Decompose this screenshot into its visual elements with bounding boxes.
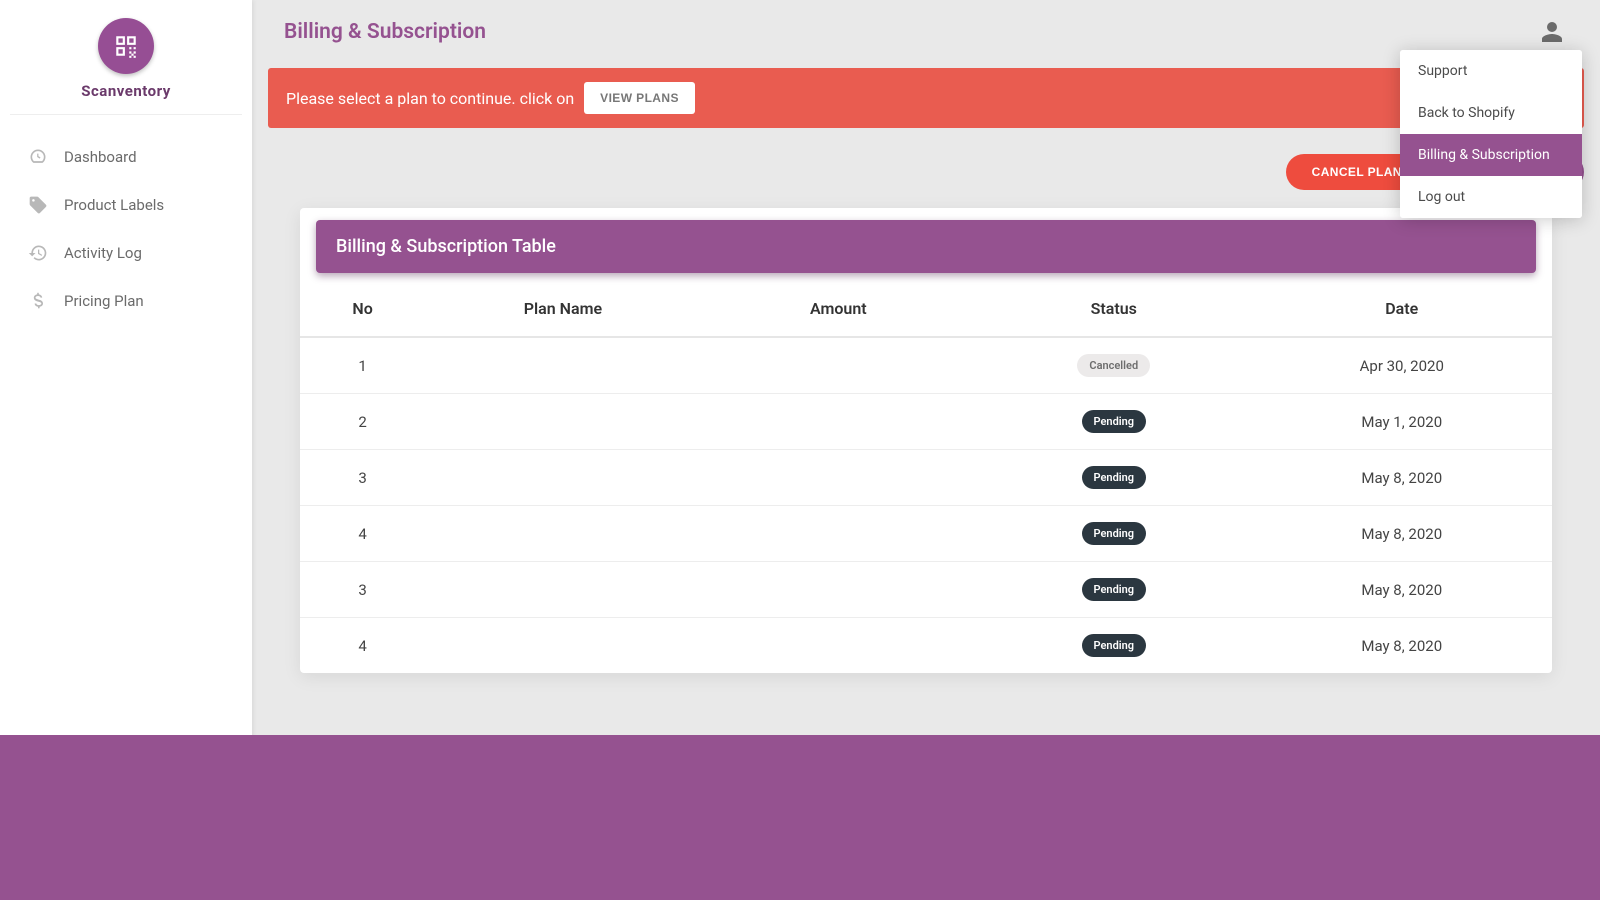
cell-date: May 8, 2020 [1252, 562, 1553, 618]
billing-card: Billing & Subscription Table No Plan Nam… [300, 208, 1552, 673]
actions-row: CANCEL PLAN ? VIEW PLANS [268, 150, 1584, 208]
status-badge: Pending [1082, 522, 1147, 545]
history-icon [28, 243, 48, 263]
cell-no: 4 [300, 618, 425, 674]
sidebar-item-product-labels[interactable]: Product Labels [0, 181, 252, 229]
cell-plan [425, 562, 700, 618]
cell-plan [425, 506, 700, 562]
th-amount: Amount [701, 273, 976, 337]
sidebar-item-activity-log[interactable]: Activity Log [0, 229, 252, 277]
cell-amount [701, 450, 976, 506]
sidebar-nav: Dashboard Product Labels Activity Log Pr… [0, 115, 252, 343]
cell-date: May 1, 2020 [1252, 394, 1553, 450]
cell-amount [701, 506, 976, 562]
cell-date: May 8, 2020 [1252, 618, 1553, 674]
sidebar-item-label: Dashboard [64, 148, 137, 166]
select-plan-alert: Please select a plan to continue. click … [268, 68, 1584, 128]
brand-name: Scanventory [81, 82, 171, 100]
dropdown-item[interactable]: Log out [1400, 176, 1582, 218]
dashboard-icon [28, 147, 48, 167]
cell-amount [701, 394, 976, 450]
cell-amount [701, 337, 976, 394]
cell-plan [425, 450, 700, 506]
status-badge: Pending [1082, 634, 1147, 657]
tags-icon [28, 195, 48, 215]
sidebar-item-label: Product Labels [64, 196, 164, 214]
billing-table: No Plan Name Amount Status Date 1 Cancell… [300, 273, 1552, 673]
cell-amount [701, 618, 976, 674]
cell-plan [425, 394, 700, 450]
th-plan: Plan Name [425, 273, 700, 337]
cell-status: Pending [976, 450, 1251, 506]
cell-status: Pending [976, 618, 1251, 674]
topbar: Billing & Subscription [252, 0, 1600, 50]
cell-no: 4 [300, 506, 425, 562]
table-row: 3 Pending May 8, 2020 [300, 450, 1552, 506]
brand-logo-icon [98, 18, 154, 74]
page-title: Billing & Subscription [284, 20, 486, 44]
status-badge: Pending [1082, 578, 1147, 601]
cell-plan [425, 337, 700, 394]
cell-status: Pending [976, 506, 1251, 562]
dropdown-item[interactable]: Back to Shopify [1400, 92, 1582, 134]
th-no: No [300, 273, 425, 337]
status-badge: Cancelled [1077, 354, 1150, 377]
user-menu-icon[interactable] [1540, 20, 1564, 44]
status-badge: Pending [1082, 410, 1147, 433]
cell-no: 2 [300, 394, 425, 450]
table-row: 1 Cancelled Apr 30, 2020 [300, 337, 1552, 394]
cell-status: Pending [976, 562, 1251, 618]
cell-plan [425, 618, 700, 674]
dollar-icon [28, 291, 48, 311]
th-date: Date [1252, 273, 1553, 337]
alert-view-plans-button[interactable]: VIEW PLANS [584, 82, 695, 114]
status-badge: Pending [1082, 466, 1147, 489]
table-row: 3 Pending May 8, 2020 [300, 562, 1552, 618]
sidebar-item-dashboard[interactable]: Dashboard [0, 133, 252, 181]
table-row: 4 Pending May 8, 2020 [300, 506, 1552, 562]
cell-no: 3 [300, 562, 425, 618]
cell-status: Pending [976, 394, 1251, 450]
cell-status: Cancelled [976, 337, 1251, 394]
cell-amount [701, 562, 976, 618]
card-title: Billing & Subscription Table [316, 220, 1536, 273]
dropdown-item[interactable]: Billing & Subscription [1400, 134, 1582, 176]
sidebar-item-label: Activity Log [64, 244, 142, 262]
cell-no: 3 [300, 450, 425, 506]
cell-no: 1 [300, 337, 425, 394]
cell-date: Apr 30, 2020 [1252, 337, 1553, 394]
th-status: Status [976, 273, 1251, 337]
sidebar-item-pricing-plan[interactable]: Pricing Plan [0, 277, 252, 325]
cell-date: May 8, 2020 [1252, 450, 1553, 506]
alert-text: Please select a plan to continue. click … [286, 89, 574, 108]
user-dropdown: SupportBack to ShopifyBilling & Subscrip… [1400, 50, 1582, 218]
dropdown-item[interactable]: Support [1400, 50, 1582, 92]
sidebar-item-label: Pricing Plan [64, 292, 144, 310]
footer-band [0, 735, 1600, 900]
cell-date: May 8, 2020 [1252, 506, 1553, 562]
table-row: 2 Pending May 1, 2020 [300, 394, 1552, 450]
table-row: 4 Pending May 8, 2020 [300, 618, 1552, 674]
brand: Scanventory [10, 0, 242, 115]
